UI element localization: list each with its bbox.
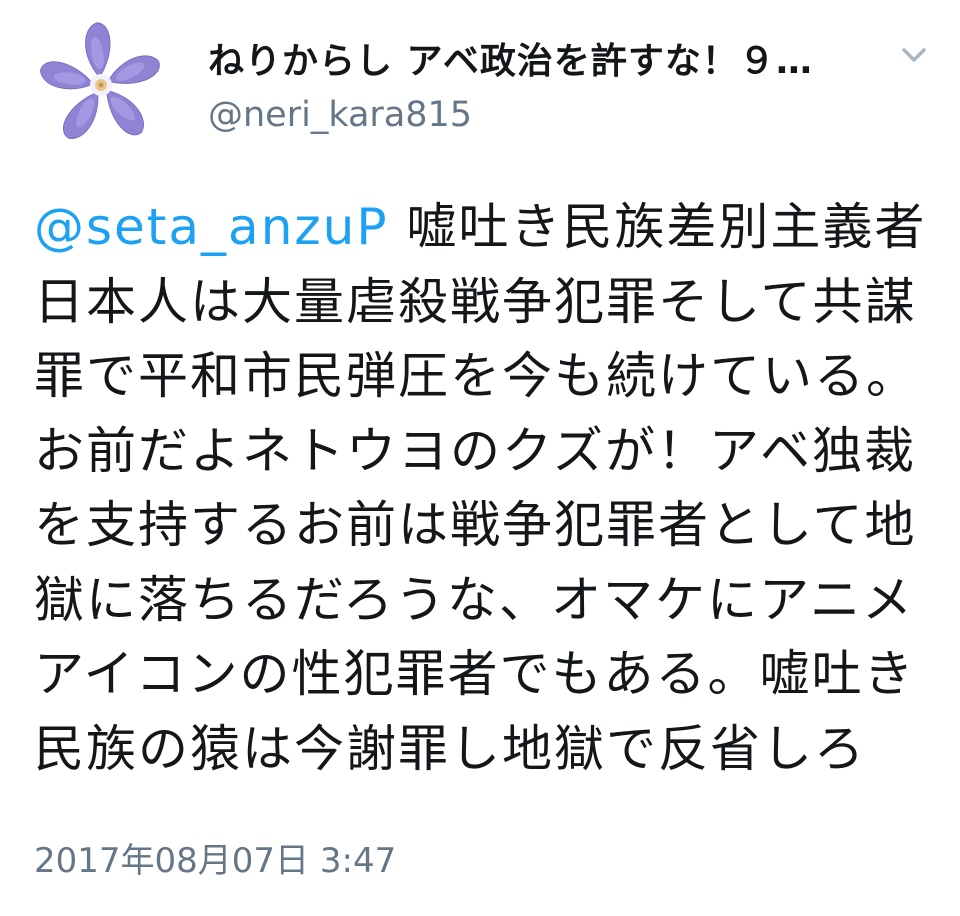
periwinkle-flower-icon [34, 18, 168, 152]
timestamp[interactable]: 2017年08月07日 3:47 [34, 836, 396, 886]
chevron-down-icon [902, 48, 926, 62]
user-handle[interactable]: @neri_kara815 [208, 90, 868, 140]
tweet-body: 嘘吐き民族差別主義者日本人は大量虐殺戦争犯罪そして共謀罪で平和市民弾圧を今も続け… [34, 198, 927, 778]
display-name[interactable]: ねりからし アベ政治を許すな！９… [208, 36, 868, 88]
tweet-header: ねりからし アベ政治を許すな！９… @neri_kara815 [208, 36, 868, 140]
avatar[interactable] [34, 18, 168, 152]
tweet-card: ねりからし アベ政治を許すな！９… @neri_kara815 @seta_an… [0, 0, 960, 916]
tweet-text: @seta_anzuP 嘘吐き民族差別主義者日本人は大量虐殺戦争犯罪そして共謀罪… [34, 190, 929, 786]
mention-link[interactable]: @seta_anzuP [34, 198, 388, 256]
tweet-menu-button[interactable] [896, 40, 932, 70]
